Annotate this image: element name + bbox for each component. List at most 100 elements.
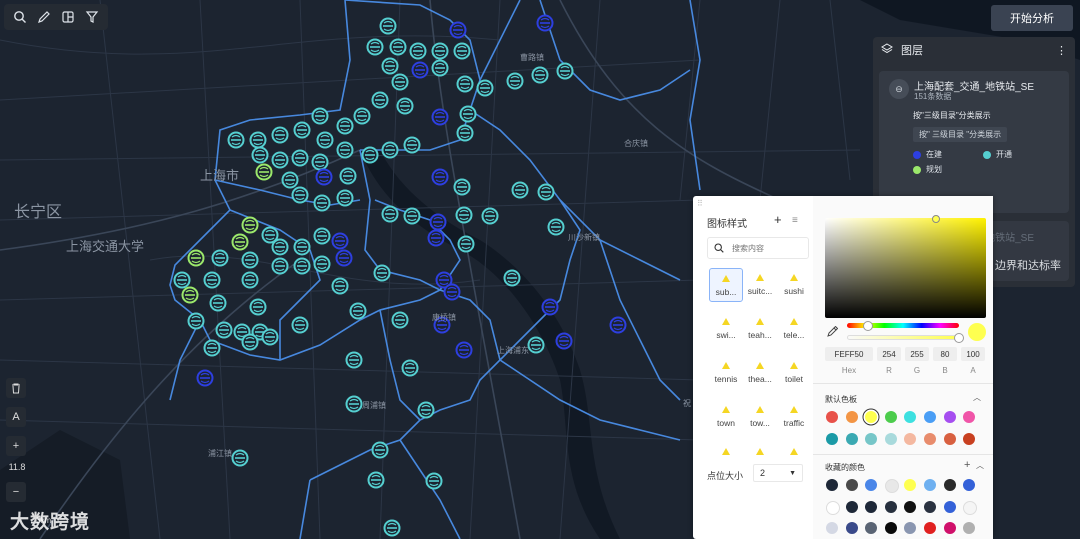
color-swatch[interactable] [826,522,838,534]
metro-station-marker[interactable] [476,79,494,97]
icon-search[interactable] [707,237,809,259]
metro-station-marker[interactable] [547,218,565,236]
icon-option[interactable]: sub... [709,268,743,302]
metro-station-marker[interactable] [366,38,384,56]
trash-icon[interactable] [6,378,26,398]
metro-station-marker[interactable] [261,328,279,346]
color-swatch[interactable] [865,479,878,491]
metro-station-marker[interactable] [431,59,449,77]
icon-option[interactable]: town [709,400,743,434]
metro-station-marker[interactable] [417,401,435,419]
color-swatch[interactable] [943,479,956,491]
metro-station-marker[interactable] [271,126,289,144]
metro-station-marker[interactable] [443,283,461,301]
icon-search-input[interactable] [730,242,804,254]
color-swatch[interactable] [865,522,878,534]
color-swatch[interactable] [845,432,858,445]
color-swatch[interactable] [963,479,976,491]
color-swatch[interactable] [904,479,917,491]
metro-station-marker[interactable] [315,168,333,186]
metro-station-marker[interactable] [449,21,467,39]
metro-station-marker[interactable] [311,107,329,125]
color-swatch[interactable] [845,522,858,534]
metro-station-marker[interactable] [379,17,397,35]
metro-station-marker[interactable] [431,168,449,186]
metro-station-marker[interactable] [456,124,474,142]
metro-station-marker[interactable] [313,194,331,212]
metro-station-marker[interactable] [241,216,259,234]
layer-toggle-icon[interactable]: ⊖ [889,79,909,99]
metro-station-marker[interactable] [181,286,199,304]
metro-station-marker[interactable] [537,183,555,201]
color-swatch[interactable] [884,432,897,445]
metro-station-marker[interactable] [371,441,389,459]
color-swatch[interactable] [924,522,936,534]
note-icon[interactable] [58,7,78,27]
color-swatch[interactable] [845,500,858,513]
metro-station-marker[interactable] [361,146,379,164]
zoom-in-button[interactable]: + [6,436,26,456]
color-swatch[interactable] [826,411,838,423]
metro-station-marker[interactable] [506,72,524,90]
metro-station-marker[interactable] [556,62,574,80]
icon-option[interactable]: suitc... [743,268,777,302]
icon-option[interactable]: teah... [743,312,777,346]
metro-station-marker[interactable] [455,341,473,359]
r-input[interactable]: 254 [877,347,901,361]
metro-station-marker[interactable] [203,339,221,357]
metro-station-marker[interactable] [503,269,521,287]
metro-station-marker[interactable] [531,66,549,84]
point-size-select[interactable]: 2 ▼ [753,464,803,482]
metro-station-marker[interactable] [293,238,311,256]
metro-station-marker[interactable] [453,178,471,196]
metro-station-marker[interactable] [335,249,353,267]
color-swatch[interactable] [826,432,838,445]
metro-station-marker[interactable] [367,471,385,489]
metro-station-marker[interactable] [316,131,334,149]
metro-station-marker[interactable] [209,294,227,312]
metro-station-marker[interactable] [345,395,363,413]
metro-station-marker[interactable] [381,141,399,159]
color-swatch[interactable] [845,411,858,423]
add-favorite-icon[interactable]: + [964,459,970,471]
metro-station-marker[interactable] [203,271,221,289]
metro-station-marker[interactable] [345,351,363,369]
layer-group-tag[interactable]: 按" 三级目录 "分类展示 [913,127,1008,142]
metro-station-marker[interactable] [391,311,409,329]
metro-station-marker[interactable] [227,131,245,149]
color-swatch[interactable] [924,411,936,423]
icon-option[interactable]: thea... [743,356,777,390]
color-swatch[interactable] [963,522,976,534]
hue-handle[interactable] [863,321,873,331]
collapse-icon[interactable]: ︿ [973,392,981,403]
start-analysis-button[interactable]: 开始分析 [991,5,1073,31]
saturation-area[interactable] [825,215,986,318]
color-swatch[interactable] [904,411,917,423]
metro-station-marker[interactable] [215,321,233,339]
hex-input[interactable]: FEFF50 [825,347,873,361]
metro-station-marker[interactable] [249,131,267,149]
metro-station-marker[interactable] [481,207,499,225]
color-swatch[interactable] [904,500,917,513]
metro-station-marker[interactable] [389,38,407,56]
sort-icon[interactable]: ≡ [792,215,798,226]
metro-station-marker[interactable] [373,264,391,282]
metro-station-marker[interactable] [231,233,249,251]
b-input[interactable]: 80 [933,347,957,361]
color-swatch[interactable] [884,500,897,513]
color-swatch[interactable] [845,479,858,491]
metro-station-marker[interactable] [456,75,474,93]
metro-station-marker[interactable] [411,61,429,79]
metro-station-marker[interactable] [241,271,259,289]
alpha-slider[interactable] [847,333,964,343]
metro-station-marker[interactable] [281,171,299,189]
icon-option[interactable]: tele... [777,312,811,346]
color-swatch[interactable] [884,411,897,423]
color-swatch[interactable] [884,522,897,534]
metro-station-marker[interactable] [241,333,259,351]
metro-station-marker[interactable] [457,235,475,253]
compass-icon[interactable]: A [6,407,26,427]
metro-station-marker[interactable] [336,189,354,207]
metro-station-marker[interactable] [427,229,445,247]
metro-station-marker[interactable] [459,105,477,123]
